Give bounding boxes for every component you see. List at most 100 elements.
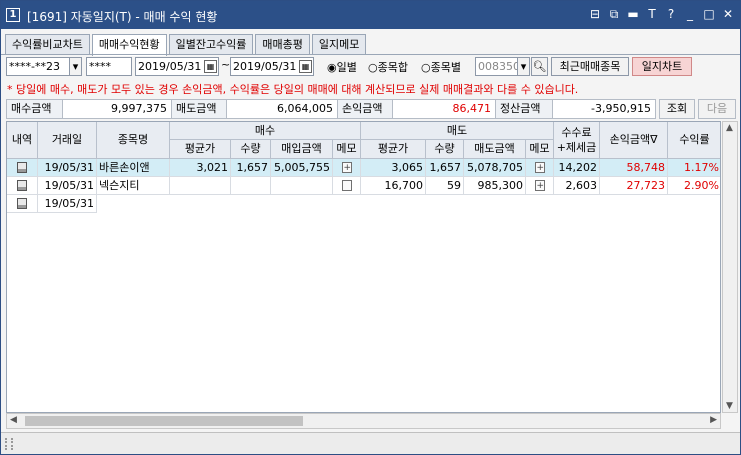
col-header-buy-avg[interactable]: 평균가 bbox=[170, 140, 231, 159]
horizontal-scroll-thumb[interactable] bbox=[25, 416, 303, 426]
row-sell-qty: 59 bbox=[426, 177, 464, 195]
tab-divider bbox=[1, 54, 740, 55]
table-row[interactable]: 19/05/31 넥슨지티 16,700 59 985,300 2,603 27… bbox=[7, 177, 720, 195]
col-header-fee-tax[interactable]: 수수료 +제세금 bbox=[554, 122, 600, 159]
tab-daily-balance-return[interactable]: 일별잔고수익률 bbox=[168, 34, 254, 55]
date-to-value: 2019/05/31 bbox=[233, 60, 297, 73]
row-buy-memo bbox=[333, 177, 361, 195]
memo-icon[interactable] bbox=[341, 179, 352, 191]
layout-icon[interactable]: ⊟ bbox=[589, 7, 601, 21]
memo-add-icon[interactable] bbox=[534, 178, 545, 194]
scroll-left-icon[interactable]: ◀ bbox=[10, 415, 17, 425]
calendar-icon[interactable]: ▦ bbox=[299, 60, 312, 73]
col-header-sell-qty[interactable]: 수량 bbox=[426, 140, 464, 159]
account-input[interactable]: ****-**23 bbox=[6, 57, 70, 76]
col-header-stock-name[interactable]: 종목명 bbox=[97, 122, 170, 159]
radio-daily-label: 일별 bbox=[336, 61, 357, 74]
scroll-up-icon[interactable]: ▲ bbox=[726, 123, 733, 133]
col-header-return-rate[interactable]: 수익률 bbox=[668, 122, 720, 159]
query-controls: ****-**23 ▾ **** 2019/05/31 ▦ ~ 2019/05/… bbox=[1, 56, 740, 78]
date-to-input[interactable]: 2019/05/31 ▦ bbox=[230, 57, 314, 76]
row-buy-avg bbox=[170, 177, 231, 195]
account-dropdown-icon[interactable]: ▾ bbox=[69, 57, 82, 76]
window-number-icon[interactable]: 1 bbox=[6, 8, 20, 22]
radio-unchecked-icon: ○ bbox=[421, 61, 431, 74]
app-window: 1 [1691] 자동일지(T) - 매매 수익 현황 ⊟ ⧉ ▬ T ? _ … bbox=[0, 0, 741, 455]
radio-stock-sum-label: 종목합 bbox=[377, 61, 408, 74]
sort-icon[interactable]: ∇ bbox=[650, 133, 657, 146]
col-header-buy-memo[interactable]: 메모 bbox=[333, 140, 361, 159]
radio-daily[interactable]: ◉일별 bbox=[327, 59, 357, 75]
buy-amount-value: 9,997,375 bbox=[62, 99, 172, 119]
col-header-profit-loss[interactable]: 손익금액∇ bbox=[600, 122, 668, 159]
scroll-down-icon[interactable]: ▼ bbox=[726, 401, 733, 411]
row-fee-tax: 2,603 bbox=[554, 177, 600, 195]
row-buy-amount: 5,005,755 bbox=[271, 159, 333, 177]
calendar-icon[interactable]: ▦ bbox=[204, 60, 217, 73]
row-date: 19/05/31 bbox=[38, 195, 97, 213]
sell-amount-value: 6,064,005 bbox=[226, 99, 338, 119]
row-sell-qty: 1,657 bbox=[426, 159, 464, 177]
title-bar[interactable]: 1 [1691] 자동일지(T) - 매매 수익 현황 ⊟ ⧉ ▬ T ? _ … bbox=[1, 1, 740, 29]
recent-trades-button[interactable]: 최근매매종목 bbox=[551, 57, 629, 76]
col-header-profit-loss-label: 손익금액 bbox=[609, 133, 651, 146]
radio-unchecked-icon: ○ bbox=[368, 61, 378, 74]
horizontal-scrollbar[interactable]: ◀ ▶ bbox=[6, 413, 721, 429]
password-input[interactable]: **** bbox=[86, 57, 132, 76]
col-header-sell-amount[interactable]: 매도금액 bbox=[464, 140, 526, 159]
table-row[interactable]: 19/05/31 bbox=[7, 195, 720, 213]
settlement-value: -3,950,915 bbox=[552, 99, 656, 119]
col-header-sell-memo[interactable]: 메모 bbox=[526, 140, 554, 159]
journal-chart-button[interactable]: 일지차트 bbox=[632, 57, 692, 76]
scroll-right-icon[interactable]: ▶ bbox=[710, 415, 717, 425]
col-header-buy-amount[interactable]: 매입금액 bbox=[271, 140, 333, 159]
col-group-buy: 매수 bbox=[170, 122, 361, 140]
tab-trade-review[interactable]: 매매총평 bbox=[255, 34, 310, 55]
memo-add-icon[interactable] bbox=[534, 160, 545, 176]
tab-bar: 수익률비교차트 매매수익현황 일별잔고수익률 매매총평 일지메모 bbox=[5, 34, 368, 56]
row-sell-avg: 3,065 bbox=[361, 159, 426, 177]
tab-return-compare-chart[interactable]: 수익률비교차트 bbox=[5, 34, 90, 55]
col-header-sell-avg[interactable]: 평균가 bbox=[361, 140, 426, 159]
next-button[interactable]: 다음 bbox=[698, 99, 736, 119]
drag-grip-icon[interactable] bbox=[5, 438, 13, 450]
buy-amount-label: 매수금액 bbox=[6, 99, 63, 119]
row-sell-amount: 985,300 bbox=[464, 177, 526, 195]
pin-icon[interactable]: ▬ bbox=[627, 7, 639, 21]
date-separator: ~ bbox=[221, 58, 231, 71]
search-icon[interactable]: 🔍︎ bbox=[531, 57, 548, 76]
col-header-date[interactable]: 거래일 bbox=[38, 122, 97, 159]
row-buy-qty bbox=[231, 177, 271, 195]
tab-trade-profit-status[interactable]: 매매수익현황 bbox=[91, 34, 167, 56]
link-icon[interactable]: ⧉ bbox=[608, 7, 620, 21]
tab-journal-memo[interactable]: 일지메모 bbox=[311, 34, 367, 55]
ledger-icon[interactable] bbox=[17, 161, 27, 173]
date-from-input[interactable]: 2019/05/31 ▦ bbox=[135, 57, 219, 76]
stock-code-input[interactable]: 008350 bbox=[475, 57, 518, 76]
profit-loss-label: 손익금액 bbox=[337, 99, 393, 119]
table-row[interactable]: 19/05/31 바른손이앤 3,021 1,657 5,005,755 3,0… bbox=[7, 159, 720, 177]
maximize-icon[interactable]: □ bbox=[703, 7, 715, 21]
col-header-buy-qty[interactable]: 수량 bbox=[231, 140, 271, 159]
col-header-type[interactable]: 내역 bbox=[7, 122, 38, 159]
minimize-icon[interactable]: _ bbox=[684, 7, 696, 21]
ledger-icon[interactable] bbox=[17, 197, 27, 209]
help-icon[interactable]: ? bbox=[665, 7, 677, 21]
font-icon[interactable]: T bbox=[646, 7, 658, 21]
row-type-cell bbox=[7, 177, 38, 195]
row-profit-loss: 58,748 bbox=[600, 159, 668, 177]
col-group-sell: 매도 bbox=[361, 122, 554, 140]
row-buy-avg: 3,021 bbox=[170, 159, 231, 177]
query-button[interactable]: 조회 bbox=[659, 99, 695, 119]
settlement-label: 정산금액 bbox=[495, 99, 553, 119]
vertical-scrollbar[interactable]: ▲ ▼ bbox=[722, 121, 738, 413]
ledger-icon[interactable] bbox=[17, 179, 27, 191]
radio-stock-sum[interactable]: ○종목합 bbox=[368, 59, 408, 75]
radio-checked-icon: ◉ bbox=[327, 61, 337, 74]
row-type-cell bbox=[7, 195, 38, 213]
row-buy-memo bbox=[333, 159, 361, 177]
radio-by-stock[interactable]: ○종목별 bbox=[421, 59, 461, 75]
close-icon[interactable]: ✕ bbox=[722, 7, 734, 21]
memo-add-icon[interactable] bbox=[341, 160, 352, 176]
stock-dropdown-icon[interactable]: ▾ bbox=[517, 57, 530, 76]
